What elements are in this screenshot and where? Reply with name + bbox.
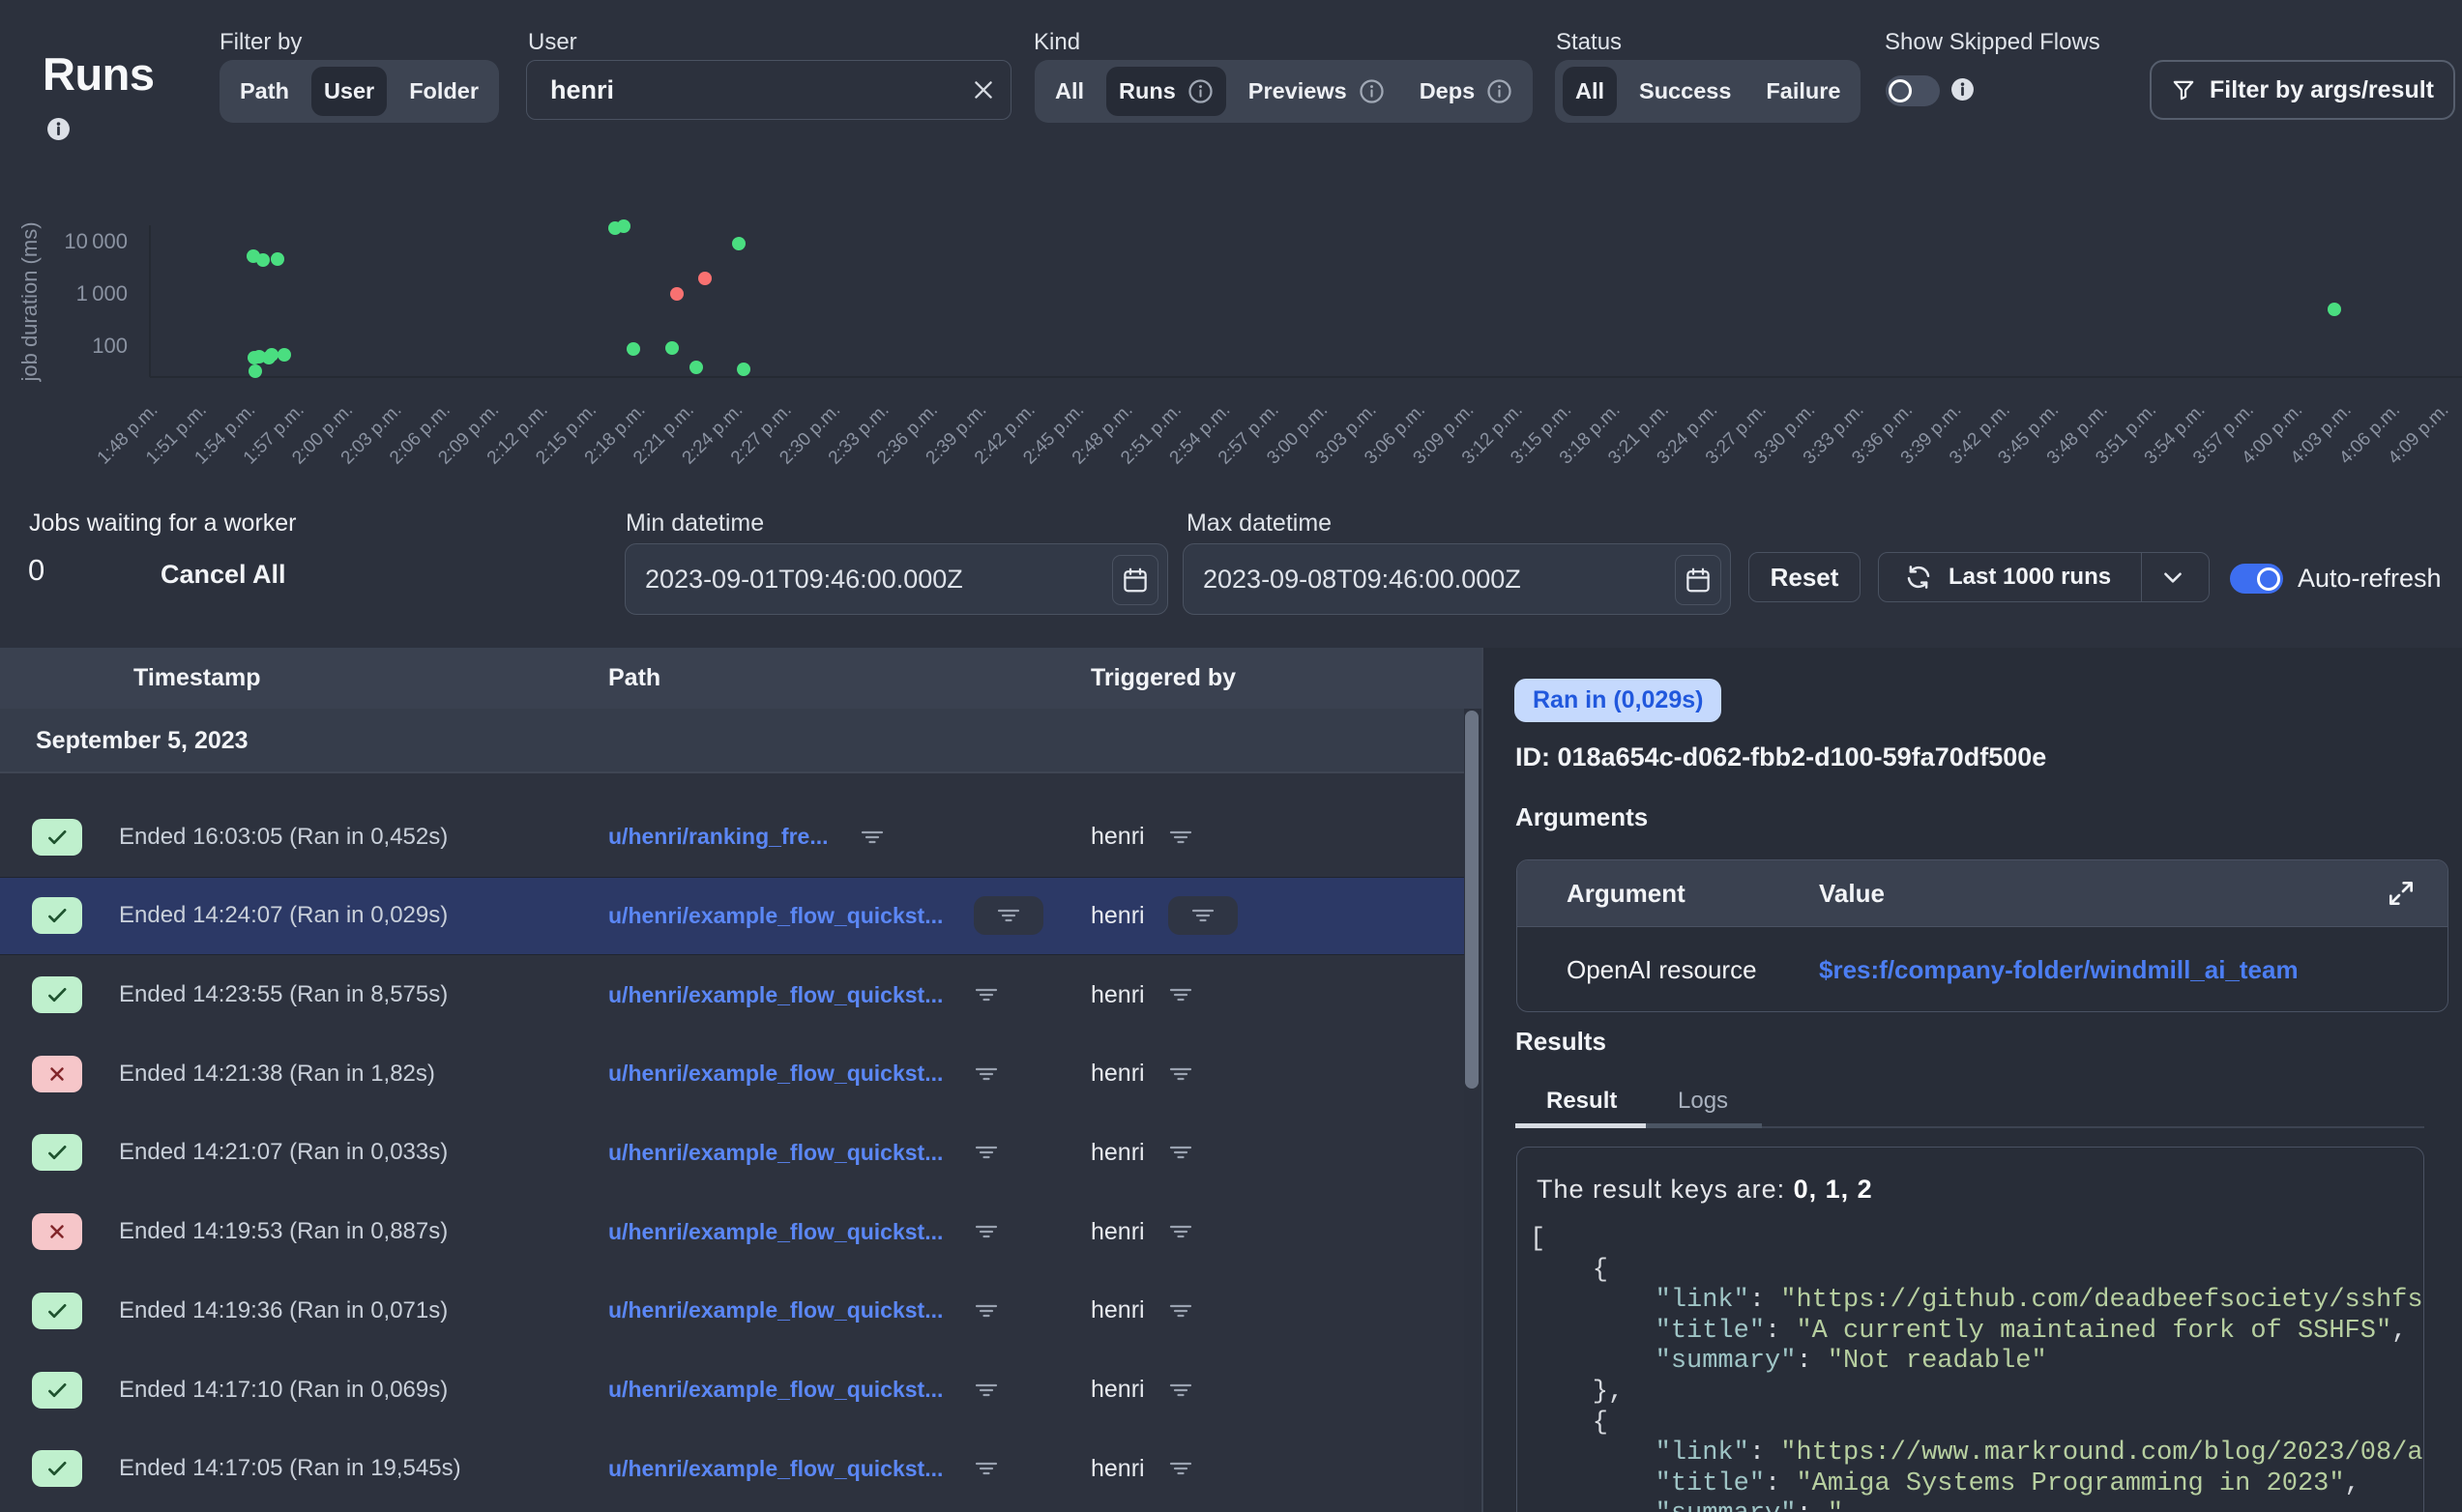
svg-text:100: 100	[92, 334, 128, 358]
svg-text:job duration (ms): job duration (ms)	[17, 221, 42, 382]
svg-text:10 000: 10 000	[64, 229, 128, 253]
svg-text:1 000: 1 000	[76, 281, 128, 305]
